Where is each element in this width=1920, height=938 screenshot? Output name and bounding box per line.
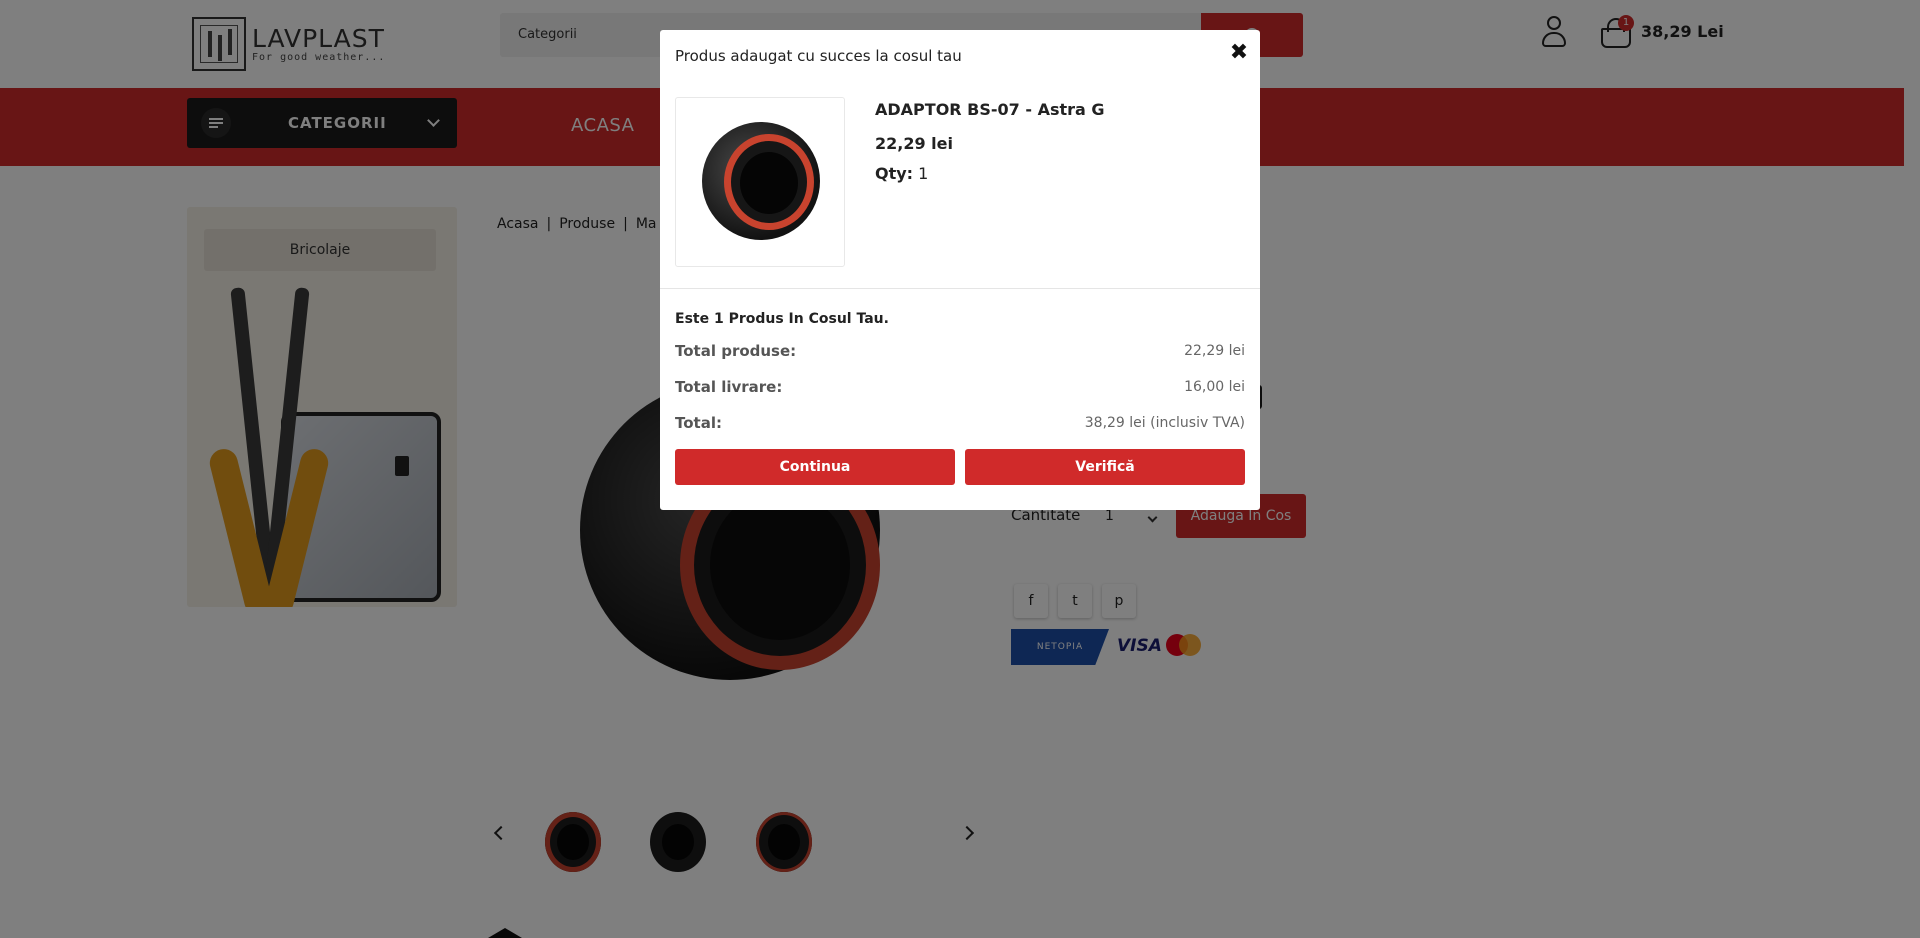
summary-row-total: Total: 38,29 lei (inclusiv TVA)	[675, 414, 1245, 432]
add-to-cart-modal: Produs adaugat cu succes la cosul tau ✖ …	[660, 30, 1260, 510]
modal-title: Produs adaugat cu succes la cosul tau	[675, 47, 962, 65]
modal-cart-count-text: Este 1 Produs In Cosul Tau.	[675, 311, 889, 327]
summary-row-shipping: Total livrare: 16,00 lei	[675, 378, 1245, 396]
continue-shopping-button[interactable]: Continua	[675, 449, 955, 485]
checkout-button[interactable]: Verifică	[965, 449, 1245, 485]
close-icon[interactable]: ✖	[1228, 42, 1250, 64]
summary-row-products: Total produse: 22,29 lei	[675, 342, 1245, 360]
modal-product-qty: Qty: 1	[875, 164, 929, 183]
modal-product-image	[675, 97, 845, 267]
modal-divider	[660, 288, 1260, 289]
modal-product-price: 22,29 lei	[875, 134, 953, 153]
modal-product-name: ADAPTOR BS-07 - Astra G	[875, 100, 1105, 119]
